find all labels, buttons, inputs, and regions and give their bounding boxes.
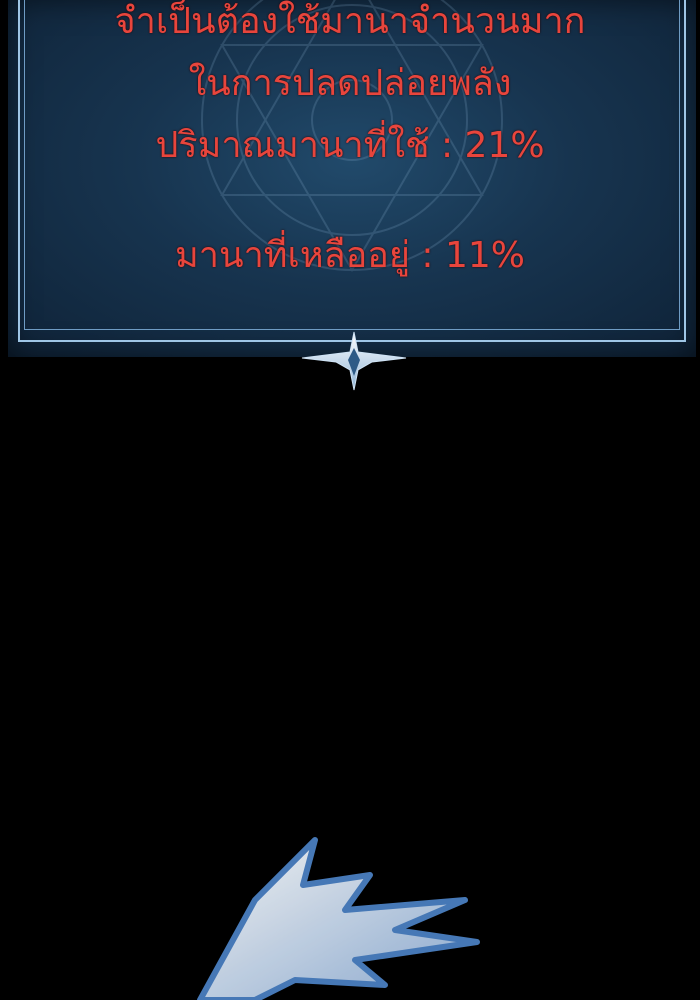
message-line-mana-used: ปริมาณมานาที่ใช้ : 21% (155, 125, 545, 166)
system-message-panel (8, 0, 696, 357)
winged-ornament-icon (301, 331, 407, 391)
message-line-release-power: ในการปลดปล่อยพลัง (188, 63, 512, 104)
message-line-mana-required: จำเป็นต้องใช้มานาจำนวนมาก (114, 1, 586, 42)
comic-page: จำเป็นต้องใช้มานาจำนวนมาก ในการปลดปล่อยพ… (0, 0, 700, 1000)
glowing-blade-icon (197, 837, 480, 1000)
message-line-mana-remaining: มานาที่เหลืออยู่ : 11% (175, 235, 525, 276)
